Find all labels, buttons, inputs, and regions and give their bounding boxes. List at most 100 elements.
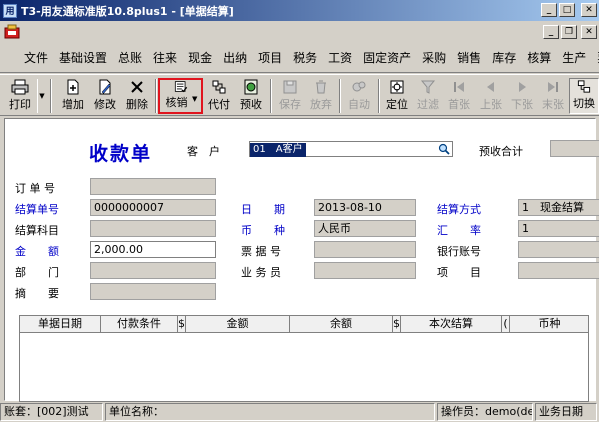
project-label: 项 目 (437, 266, 481, 279)
filter-funnel-icon (420, 80, 436, 94)
abandon-button[interactable]: 放弃 (306, 78, 336, 114)
auto-button[interactable]: 自动 (344, 78, 374, 114)
settle-subject-field[interactable] (90, 220, 216, 237)
menu-payroll[interactable]: 工资 (328, 49, 352, 66)
first-record-button[interactable]: 首张 (444, 78, 474, 114)
col-amount[interactable]: 金额 (186, 316, 290, 333)
menu-general-ledger[interactable]: 总账 (118, 49, 142, 66)
prepaid-button[interactable]: 预收 (236, 78, 266, 114)
document-title: 收款单 (89, 143, 153, 165)
menu-cash[interactable]: 现金 (188, 49, 212, 66)
exchange-rate-label: 汇 率 (437, 224, 481, 237)
edit-icon (99, 79, 111, 95)
bill-no-label: 票 据 号 (241, 245, 281, 258)
bank-account-label: 银行账号 (437, 245, 481, 258)
col-payment-terms[interactable]: 付款条件 (101, 316, 178, 333)
menu-sales[interactable]: 销售 (457, 49, 481, 66)
add-button[interactable]: 增加 (58, 78, 88, 114)
menu-inventory[interactable]: 库存 (492, 49, 516, 66)
menu-tax[interactable]: 税务 (293, 49, 317, 66)
menu-costing[interactable]: 核算 (527, 49, 551, 66)
mdi-restore-button[interactable]: ❐ (561, 25, 577, 39)
verify-ledger-icon (174, 81, 187, 93)
toolbar-separator (155, 79, 157, 113)
window-title: T3-用友通标准版10.8plus1 - [单据结算] (21, 4, 234, 18)
settle-method-label: 结算方式 (437, 203, 481, 216)
menu-bar: 文件 基础设置 总账 往来 现金 出纳 项目 税务 工资 固定资产 采购 销售 … (0, 43, 599, 73)
modify-button[interactable]: 修改 (90, 78, 120, 114)
col-balance[interactable]: 余额 (290, 316, 393, 333)
close-button[interactable]: ✕ (581, 3, 597, 17)
first-arrow-icon (454, 82, 464, 92)
prev-arrow-icon (487, 82, 494, 92)
customer-field[interactable]: 01 A客户 (249, 141, 453, 157)
maximize-button[interactable]: □ (559, 3, 575, 17)
filter-button[interactable]: 过滤 (413, 78, 443, 114)
settle-no-field[interactable]: 0000000007 (90, 199, 216, 216)
detail-grid[interactable]: 单据日期 付款条件 $ 金额 余额 $ 本次结算 ( 币种 (19, 315, 589, 402)
menu-purchase[interactable]: 采购 (422, 49, 446, 66)
menu-project[interactable]: 项目 (258, 49, 282, 66)
switch-button[interactable]: 切换 (569, 78, 599, 114)
summary-field[interactable] (90, 283, 216, 300)
col-bill-date[interactable]: 单据日期 (20, 316, 101, 333)
bank-account-field[interactable] (518, 241, 599, 258)
col-hidden-a[interactable]: $ (178, 316, 186, 333)
mdi-control-row: _ ❐ ✕ (0, 21, 599, 43)
add-document-icon (67, 79, 79, 95)
agent-pay-button[interactable]: 代付 (204, 78, 234, 114)
col-hidden-b[interactable]: $ (393, 316, 401, 333)
mdi-minimize-button[interactable]: _ (543, 25, 559, 39)
save-button[interactable]: 保存 (275, 78, 305, 114)
receipt-form: 收款单 客 户 01 A客户 预收合计 订 单 号 结算单号 000000000… (9, 123, 599, 402)
currency-label: 币 种 (241, 224, 285, 237)
printer-icon (11, 79, 29, 95)
search-icon[interactable] (438, 143, 450, 155)
title-bar: 用 T3-用友通标准版10.8plus1 - [单据结算] _ □ ✕ (0, 0, 599, 21)
date-label: 日 期 (241, 203, 285, 216)
next-arrow-icon (519, 82, 526, 92)
col-currency[interactable]: 币种 (510, 316, 589, 333)
verify-dropdown-arrow[interactable]: ▼ (192, 95, 197, 103)
menu-production[interactable]: 生产 (562, 49, 586, 66)
minimize-button[interactable]: _ (541, 3, 557, 17)
settle-no-label: 结算单号 (15, 203, 59, 216)
menu-cashier[interactable]: 出纳 (223, 49, 247, 66)
project-field[interactable] (518, 262, 599, 279)
grid-body[interactable] (20, 334, 588, 401)
locate-button[interactable]: 定位 (382, 78, 412, 114)
prepaid-total-label: 预收合计 (479, 145, 523, 158)
next-record-button[interactable]: 下张 (507, 78, 537, 114)
bill-no-field[interactable] (314, 241, 416, 258)
mdi-close-button[interactable]: ✕ (581, 25, 597, 39)
last-record-button[interactable]: 末张 (538, 78, 568, 114)
delete-x-icon (131, 81, 143, 93)
department-field[interactable] (90, 262, 216, 279)
menu-fixed-assets[interactable]: 固定资产 (363, 49, 411, 66)
col-hidden-c[interactable]: ( (502, 316, 510, 333)
amount-field[interactable]: 2,000.00 (90, 241, 216, 258)
agent-pay-icon (212, 80, 226, 94)
delete-button[interactable]: 删除 (122, 78, 152, 114)
exchange-rate-field[interactable]: 1 (518, 220, 599, 237)
menu-file[interactable]: 文件 (24, 49, 48, 66)
menu-receivables[interactable]: 往来 (153, 49, 177, 66)
last-arrow-icon (548, 82, 558, 92)
prev-record-button[interactable]: 上张 (476, 78, 506, 114)
clerk-label: 业 务 员 (241, 266, 281, 279)
locate-icon (390, 80, 404, 94)
menu-basic-settings[interactable]: 基础设置 (59, 49, 107, 66)
mdi-window-controls: _ ❐ ✕ (543, 25, 597, 39)
col-current-settlement[interactable]: 本次结算 (401, 316, 502, 333)
prepaid-total-field[interactable] (550, 140, 599, 157)
print-dropdown-arrow[interactable]: ▼ (37, 79, 46, 113)
date-field[interactable]: 2013-08-10 (314, 199, 416, 216)
settle-method-field[interactable]: 1 现金结算 (518, 199, 599, 216)
switch-view-icon (577, 80, 591, 93)
print-button[interactable]: 打印 (6, 78, 34, 114)
currency-field[interactable]: 人民币 (314, 220, 416, 237)
clerk-field[interactable] (314, 262, 416, 279)
document-app-icon[interactable] (4, 24, 20, 40)
order-no-field[interactable] (90, 178, 216, 195)
customer-value: 01 A客户 (250, 143, 306, 157)
